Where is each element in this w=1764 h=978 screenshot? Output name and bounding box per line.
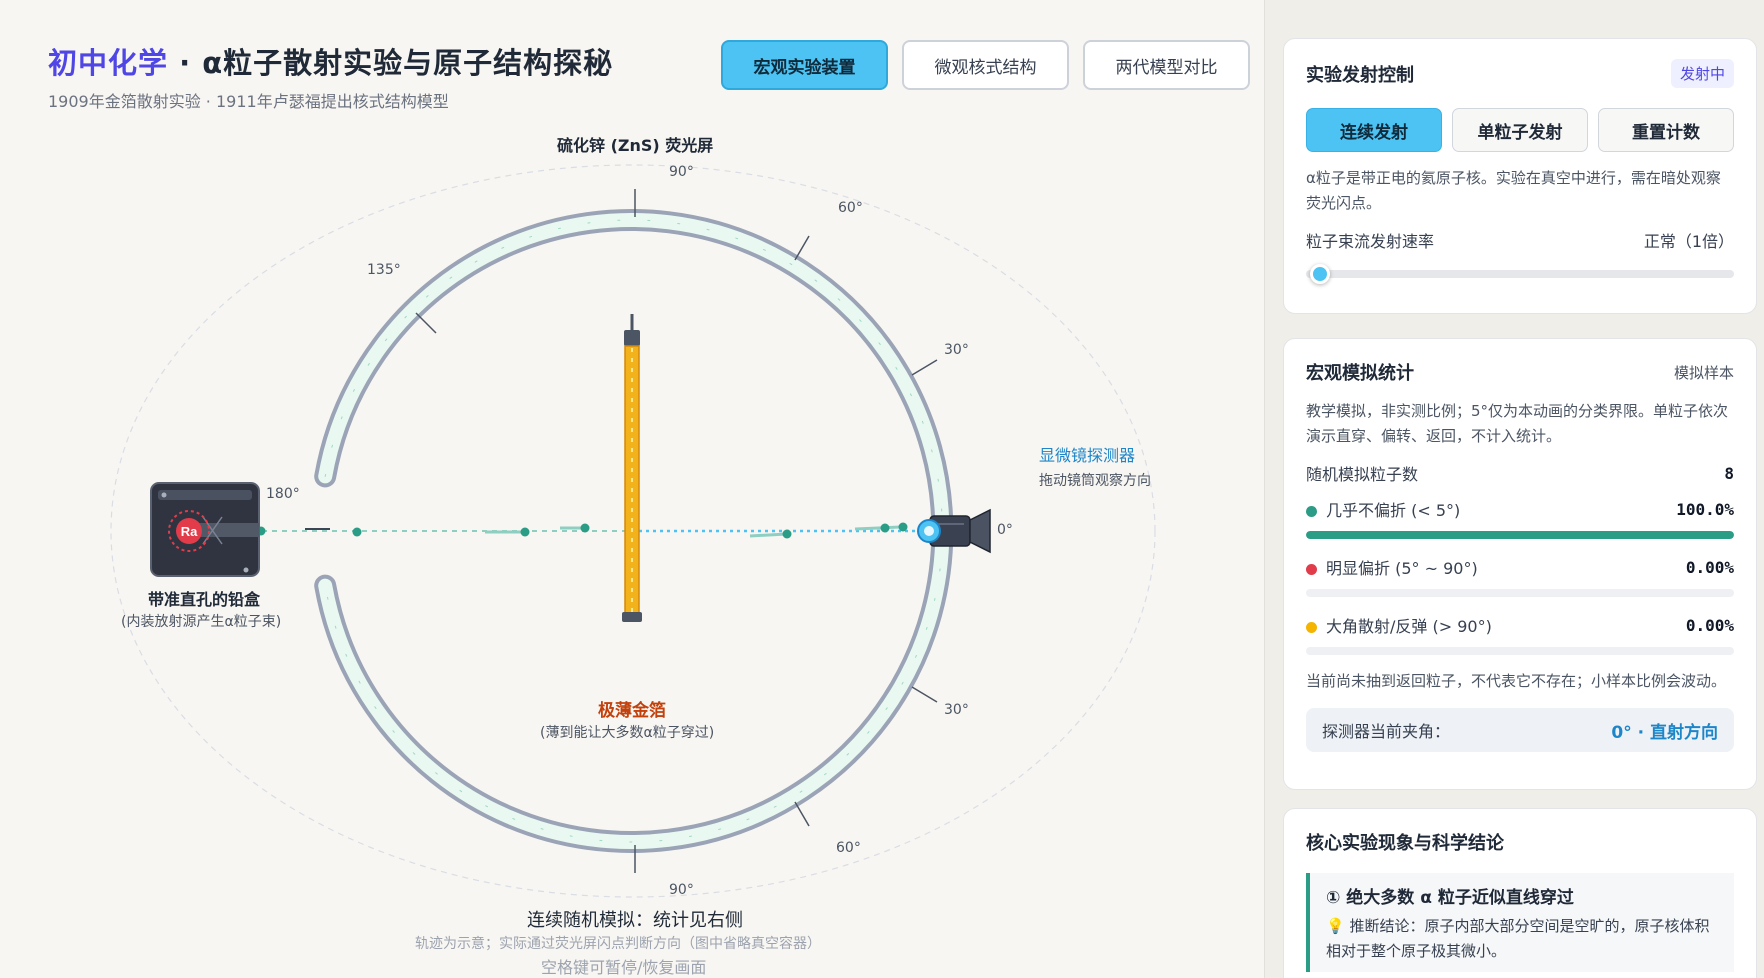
rate-slider[interactable] [1306,264,1734,284]
progress-deflected [1306,589,1734,597]
status-badge: 发射中 [1670,59,1734,88]
rate-value: 正常（1倍） [1643,232,1734,251]
red-dot-icon [1306,564,1317,575]
conclusion-item-body: 💡 推断结论：原子内部大部分空间是空旷的，原子核体积相对于整个原子极其微小。 [1326,917,1710,960]
progress-rebound [1306,647,1734,655]
stats-card: 宏观模拟统计 模拟样本 教学模拟，非实测比例；5°仅为本动画的分类界限。单粒子依… [1283,338,1757,790]
page-subtitle: 1909年金箔散射实验 · 1911年卢瑟福提出核式结构模型 [48,92,449,111]
detector-angle-label: 探测器当前夹角： [1322,722,1451,741]
stat-label-deflected: 明显偏折 (5° ~ 90°) [1326,559,1478,578]
particle [520,527,530,537]
detector-angle-value: 0° · 直射方向 [1611,722,1718,743]
lead-box-subtitle: (内装放射源产生α粒子束) [121,614,282,630]
particle [880,523,890,533]
progress-straight [1306,531,1734,539]
angle-label-bottom-90: 90° [669,882,694,898]
keyboard-hint: 空格键可暂停/恢复画面 [541,958,707,977]
stat-row-deflected: 明显偏折 (5° ~ 90°) 0.00% [1306,555,1734,597]
stat-row-straight: 几乎不偏折 (< 5°) 100.0% [1306,497,1734,539]
conclusions-card: 核心实验现象与科学结论 ① 绝大多数 α 粒子近似直线穿过 💡 推断结论：原子内… [1283,808,1757,978]
title-rest: · α粒子散射实验与原子结构探秘 [168,46,614,80]
detector-angle-box: 探测器当前夹角： 0° · 直射方向 [1306,708,1734,752]
gold-foil [622,314,642,622]
lead-box[interactable]: Ra [150,482,260,577]
angle-label-0: 0° [997,522,1013,538]
stats-footnote: 当前尚未抽到返回粒子，不代表它不存在；小样本比例会波动。 [1306,672,1727,690]
continuous-fire-button[interactable]: 连续发射 [1306,108,1442,152]
launch-control-card: 实验发射控制 发射中 连续发射 单粒子发射 重置计数 α粒子是带正电的氦原子核。… [1283,38,1757,314]
particle [782,529,792,539]
stats-title: 宏观模拟统计 [1306,363,1414,384]
detector-title: 显微镜探测器 [1039,446,1136,465]
control-title: 实验发射控制 [1306,64,1414,86]
angle-label-top-90: 90° [669,164,694,180]
yellow-dot-icon [1306,622,1317,633]
simulation-status: 连续随机模拟：统计见右侧 [527,910,743,931]
tab-micro-structure[interactable]: 微观核式结构 [902,40,1069,90]
particle [580,523,590,533]
control-description: α粒子是带正电的氦原子核。实验在真空中进行，需在暗处观察荧光闪点。 [1306,169,1721,212]
sidebar: 实验发射控制 发射中 连续发射 单粒子发射 重置计数 α粒子是带正电的氦原子核。… [1264,0,1764,978]
particle [352,527,362,537]
angle-label-top-60: 60° [838,200,863,216]
angle-label-top-30: 30° [944,342,969,358]
microscope-detector[interactable] [917,508,991,554]
single-fire-button[interactable]: 单粒子发射 [1452,108,1588,152]
stat-value-rebound: 0.00% [1685,615,1734,635]
stat-row-rebound: 大角散射/反弹 (> 90°) 0.00% [1306,613,1734,655]
conclusions-title: 核心实验现象与科学结论 [1306,833,1504,854]
tab-model-compare[interactable]: 两代模型对比 [1083,40,1250,90]
stat-value-straight: 100.0% [1676,499,1734,519]
count-value: 8 [1724,463,1734,483]
experiment-stage: Ra 硫化锌 (ZnS) 荧光屏 90° 60° 30° 135° 180° 0… [0,110,1264,978]
angle-label-bottom-60: 60° [836,840,861,856]
launch-buttons: 连续发射 单粒子发射 重置计数 [1306,108,1734,152]
source-symbol: Ra [181,524,198,539]
angle-label-180: 180° [266,486,300,502]
view-tabs: 宏观实验装置 微观核式结构 两代模型对比 [721,40,1250,90]
rate-label: 粒子束流发射速率 [1306,232,1435,251]
page-title: 初中化学 · α粒子散射实验与原子结构探秘 [48,40,613,82]
detector-subtitle: 拖动镜筒观察方向 [1039,473,1151,489]
main-stage-panel: 初中化学 · α粒子散射实验与原子结构探秘 1909年金箔散射实验 · 1911… [0,0,1264,978]
angle-label-bottom-30: 30° [944,702,969,718]
conclusion-item-title: ① 绝大多数 α 粒子近似直线穿过 [1326,888,1574,908]
simulation-note: 轨迹为示意；实际通过荧光屏闪点判断方向（图中省略真空容器） [415,936,821,952]
angle-label-135: 135° [367,262,401,278]
progress-fill-straight [1306,531,1734,539]
apparatus-diagram: Ra [110,164,1156,898]
count-label: 随机模拟粒子数 [1306,465,1419,484]
reset-count-button[interactable]: 重置计数 [1598,108,1734,152]
conclusion-item: ① 绝大多数 α 粒子近似直线穿过 💡 推断结论：原子内部大部分空间是空旷的，原… [1306,873,1734,972]
stat-label-straight: 几乎不偏折 (< 5°) [1326,501,1461,520]
screen-label: 硫化锌 (ZnS) 荧光屏 [557,136,714,155]
foil-subtitle: (薄到能让大多数α粒子穿过) [540,725,715,741]
stats-tag: 模拟样本 [1673,363,1734,382]
title-area: 初中化学 · α粒子散射实验与原子结构探秘 1909年金箔散射实验 · 1911… [48,40,613,112]
particle [898,522,908,532]
tab-macro-apparatus[interactable]: 宏观实验装置 [721,40,888,90]
stat-value-deflected: 0.00% [1685,557,1734,577]
foil-title: 极薄金箔 [598,701,666,721]
title-accent: 初中化学 [48,46,169,80]
lead-box-title: 带准直孔的铅盒 [148,590,261,609]
stats-description: 教学模拟，非实测比例；5°仅为本动画的分类界限。单粒子依次演示直穿、偏转、返回，… [1306,402,1729,445]
stat-label-rebound: 大角散射/反弹 (> 90°) [1326,617,1492,636]
green-dot-icon [1306,506,1317,517]
rate-slider-thumb[interactable] [1310,264,1330,284]
